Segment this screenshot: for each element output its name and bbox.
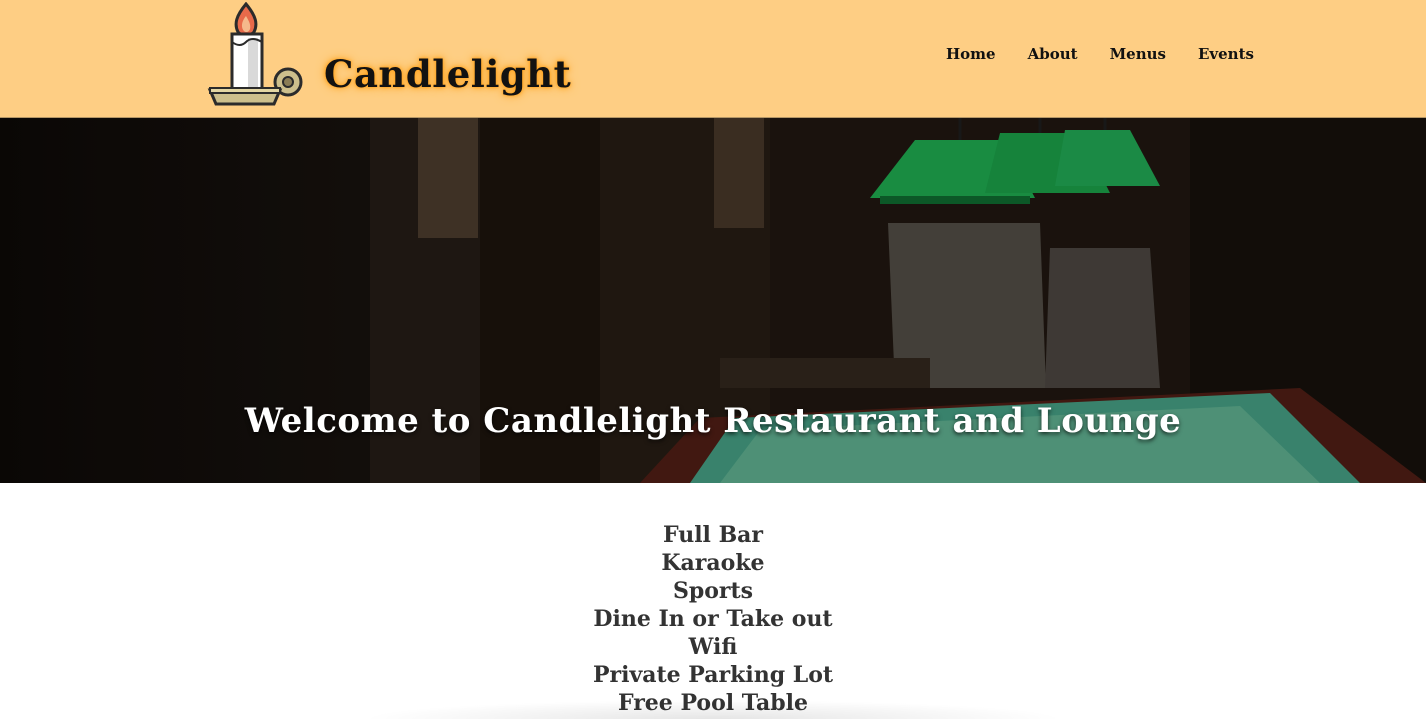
feature-item-sports: Sports [672, 578, 754, 604]
section-shadow [360, 700, 1066, 719]
nav-about[interactable]: About [1028, 45, 1078, 63]
hero-banner: Welcome to Candlelight Restaurant and Lo… [0, 118, 1426, 483]
features-list: Full Bar Karaoke Sports Dine In or Take … [0, 521, 1426, 717]
feature-item-dine-in: Dine In or Take out [593, 606, 833, 632]
candle-icon[interactable] [206, 1, 306, 108]
brand-name[interactable]: Candlelight [324, 52, 571, 96]
nav-home[interactable]: Home [946, 45, 996, 63]
site-header: Candlelight Home About Menus Events [0, 0, 1426, 118]
hero-title: Welcome to Candlelight Restaurant and Lo… [244, 401, 1182, 441]
nav-events[interactable]: Events [1198, 45, 1254, 63]
feature-item-wifi: Wifi [688, 634, 738, 660]
feature-item-full-bar: Full Bar [662, 522, 764, 548]
nav-menus[interactable]: Menus [1110, 45, 1166, 63]
feature-item-karaoke: Karaoke [661, 550, 765, 576]
feature-item-parking: Private Parking Lot [592, 662, 834, 688]
main-nav: Home About Menus Events [946, 45, 1254, 63]
